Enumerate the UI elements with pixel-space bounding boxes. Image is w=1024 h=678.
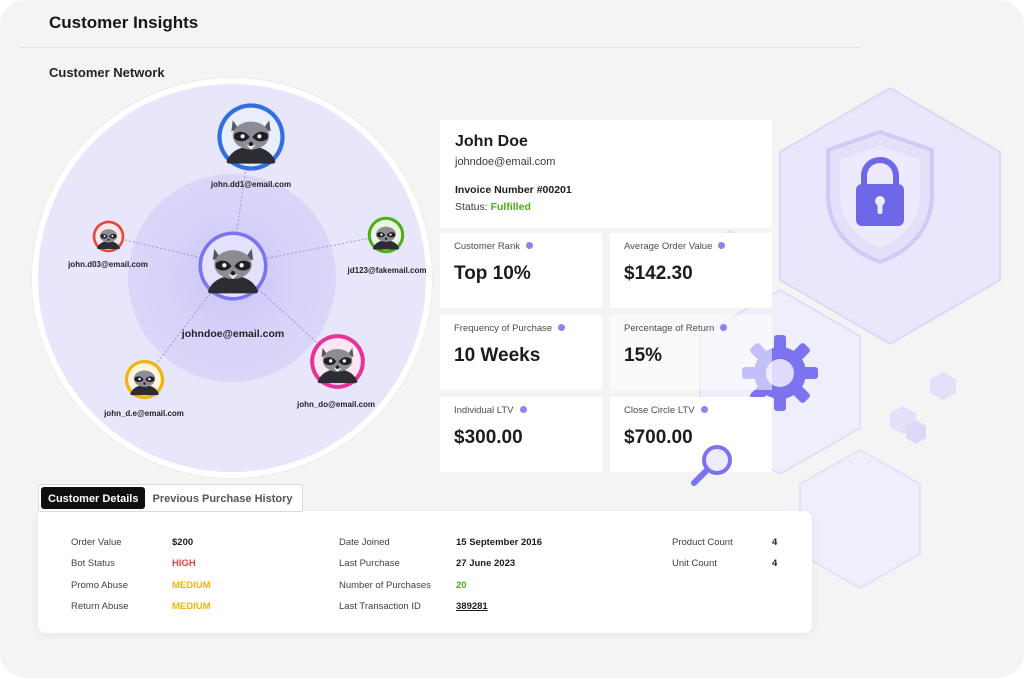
detail-label: Last Transaction ID — [339, 601, 421, 612]
customer-email: johndoe@email.com — [455, 156, 556, 168]
avatar-node-5[interactable] — [309, 333, 366, 390]
tab-previous-purchase-history[interactable]: Previous Purchase History — [145, 487, 299, 509]
metric-value: $700.00 — [624, 427, 693, 448]
detail-value: HIGH — [172, 558, 196, 569]
metric-label: Percentage of Return — [624, 323, 715, 334]
raccoon-avatar-icon — [124, 359, 165, 400]
metric-individual-ltv: Individual LTV $300.00 — [440, 397, 602, 472]
detail-value: 4 — [772, 558, 778, 569]
customer-details-panel: Order Value $200 Bot Status HIGH Promo A… — [38, 511, 812, 633]
detail-value: 20 — [456, 580, 467, 591]
center-node-label: johndoe@email.com — [181, 328, 285, 340]
magnifier-icon — [691, 445, 732, 486]
detail-value: $200 — [172, 537, 194, 548]
detail-label: Date Joined — [339, 537, 390, 548]
detail-label: Number of Purchases — [339, 580, 431, 591]
raccoon-avatar-icon — [310, 334, 365, 389]
page-title: Customer Insights — [49, 13, 199, 32]
invoice-number: Invoice Number #00201 — [455, 184, 572, 196]
metric-value: Top 10% — [454, 263, 531, 284]
raccoon-avatar-icon — [367, 216, 405, 254]
info-icon[interactable] — [519, 406, 527, 413]
detail-label: Promo Abuse — [71, 580, 129, 591]
info-icon[interactable] — [700, 406, 708, 413]
avatar-node-4[interactable] — [124, 359, 165, 400]
customer-network: johndoe@email.com john.dd1@email.com joh… — [32, 78, 432, 478]
metric-label: Average Order Value — [624, 241, 713, 252]
customer-name: John Doe — [455, 133, 528, 150]
avatar-center[interactable] — [197, 230, 269, 302]
metric-value: 10 Weeks — [454, 345, 541, 366]
metric-label: Customer Rank — [454, 241, 520, 252]
metric-average-order-value: Average Order Value $142.30 — [610, 233, 772, 308]
info-icon[interactable] — [718, 242, 726, 249]
node-4-label: john_d.e@email.com — [104, 409, 184, 418]
status-label: Status: — [455, 201, 488, 213]
detail-label: Return Abuse — [71, 601, 129, 612]
raccoon-avatar-icon — [198, 231, 268, 301]
tab-customer-details[interactable]: Customer Details — [41, 487, 146, 509]
raccoon-avatar-icon — [92, 220, 125, 253]
detail-label: Unit Count — [672, 558, 717, 569]
raccoon-avatar-icon — [217, 103, 285, 171]
detail-value: MEDIUM — [172, 601, 211, 612]
metric-label: Frequency of Purchase — [454, 323, 553, 334]
metric-frequency-of-purchase: Frequency of Purchase 10 Weeks — [440, 315, 602, 390]
node-1-label: john.dd1@email.com — [210, 180, 292, 189]
node-3-label: jd123@fakemail.com — [347, 266, 427, 275]
customer-profile-card: John Doe johndoe@email.com Invoice Numbe… — [440, 120, 772, 228]
detail-value: MEDIUM — [172, 580, 211, 591]
node-5-label: john_do@email.com — [296, 400, 376, 409]
metric-label: Close Circle LTV — [624, 405, 695, 416]
metric-value: $142.30 — [624, 263, 693, 284]
status-badge: Fulfilled — [490, 201, 531, 213]
avatar-node-3[interactable] — [367, 216, 405, 254]
transaction-id-link[interactable]: 389281 — [456, 601, 488, 612]
detail-label: Last Purchase — [339, 558, 400, 569]
metric-percentage-of-return: Percentage of Return 15% — [610, 315, 772, 390]
metric-value: 15% — [624, 345, 663, 366]
details-tabs: Customer Details Previous Purchase Histo… — [38, 484, 303, 512]
detail-value: 15 September 2016 — [456, 537, 543, 548]
metric-value: $300.00 — [454, 427, 523, 448]
app-frame: Customer Insights Customer Network johnd… — [0, 0, 1024, 678]
metric-customer-rank: Customer Rank Top 10% — [440, 233, 602, 308]
detail-label: Product Count — [672, 537, 733, 548]
detail-label: Bot Status — [71, 558, 115, 569]
info-icon[interactable] — [720, 324, 728, 331]
order-status: Status: Fulfilled — [455, 201, 531, 213]
detail-label: Order Value — [71, 537, 122, 548]
avatar-node-1[interactable] — [216, 102, 286, 172]
shield-lock-icon — [826, 129, 934, 265]
node-2-label: john.d03@email.com — [68, 260, 148, 269]
avatar-node-2[interactable] — [92, 220, 125, 253]
info-icon[interactable] — [526, 242, 533, 249]
title-divider — [20, 47, 860, 48]
detail-value: 27 June 2023 — [456, 558, 516, 569]
detail-value: 4 — [772, 537, 778, 548]
metric-label: Individual LTV — [454, 405, 514, 416]
info-icon[interactable] — [558, 324, 566, 331]
